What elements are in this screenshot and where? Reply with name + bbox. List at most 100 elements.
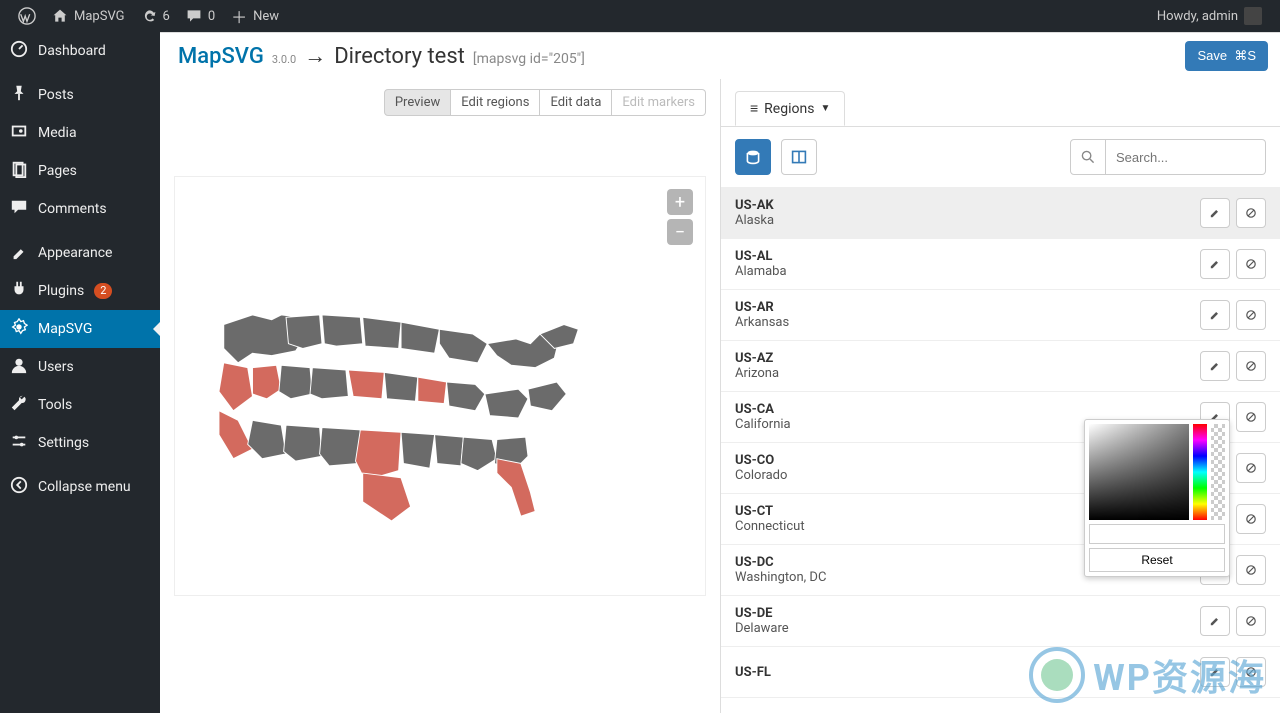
page-title: Directory test [334, 44, 465, 69]
disable-button[interactable] [1236, 300, 1266, 330]
region-code: US-AK [735, 198, 774, 213]
site-name[interactable]: MapSVG [44, 0, 133, 32]
edit-button[interactable] [1200, 606, 1230, 636]
color-picker[interactable]: Reset [1084, 419, 1230, 577]
tab-preview[interactable]: Preview [384, 89, 451, 116]
sidebar-item-plugins[interactable]: Plugins2 [0, 272, 160, 310]
region-row[interactable]: US-DEDelaware [721, 596, 1280, 647]
shortcode: [mapsvg id="205"] [473, 51, 585, 67]
saturation-area[interactable] [1089, 424, 1189, 520]
region-code: US-DC [735, 555, 826, 570]
region-row[interactable]: US-AZArizona [721, 341, 1280, 392]
brush-icon [10, 242, 28, 264]
sidebar-item-pages[interactable]: Pages [0, 152, 160, 190]
region-code: US-DE [735, 606, 789, 621]
region-code: US-CO [735, 453, 787, 468]
edit-button[interactable] [1200, 249, 1230, 279]
wrench-icon [10, 394, 28, 416]
alpha-slider[interactable] [1211, 424, 1225, 520]
zoom-in-button[interactable]: + [667, 189, 693, 215]
tab-edit-markers: Edit markers [612, 89, 706, 116]
watermark: WP资源海 [1029, 647, 1266, 703]
region-name: Delaware [735, 621, 789, 636]
tab-edit-data[interactable]: Edit data [540, 89, 612, 116]
region-code: US-AR [735, 300, 789, 315]
region-code: US-AL [735, 249, 787, 264]
account[interactable]: Howdy, admin [1149, 0, 1270, 32]
collapse-icon [10, 476, 28, 498]
comments-count[interactable]: 0 [178, 0, 223, 32]
region-row[interactable]: US-AKAlaska [721, 188, 1280, 239]
structure-view-button[interactable] [781, 139, 817, 175]
version: 3.0.0 [272, 53, 296, 66]
region-name: Washington, DC [735, 570, 826, 585]
region-code: US-FL [735, 665, 771, 680]
search-icon [1070, 139, 1106, 175]
search-input[interactable] [1106, 139, 1266, 175]
reset-color-button[interactable]: Reset [1089, 548, 1225, 572]
region-name: Alaska [735, 213, 774, 228]
region-name: Colorado [735, 468, 787, 483]
zoom-out-button[interactable]: − [667, 219, 693, 245]
new-content[interactable]: ＋New [223, 0, 287, 32]
sliders-icon [10, 432, 28, 454]
region-name: Alamaba [735, 264, 787, 279]
disable-button[interactable] [1236, 402, 1266, 432]
edit-button[interactable] [1200, 198, 1230, 228]
tab-edit-regions[interactable]: Edit regions [451, 89, 540, 116]
region-name: Connecticut [735, 519, 805, 534]
region-row[interactable]: US-ALAlamaba [721, 239, 1280, 290]
admin-sidebar: Dashboard PostsMediaPagesComments Appearan… [0, 32, 160, 713]
disable-button[interactable] [1236, 198, 1266, 228]
edit-button[interactable] [1200, 300, 1230, 330]
region-code: US-CT [735, 504, 805, 519]
avatar [1244, 7, 1262, 25]
caret-down-icon: ▼ [820, 103, 830, 114]
wp-logo[interactable] [10, 0, 44, 32]
disable-button[interactable] [1236, 249, 1266, 279]
save-button[interactable]: Save ⌘S [1185, 41, 1268, 71]
database-view-button[interactable] [735, 139, 771, 175]
updates[interactable]: 6 [133, 0, 178, 32]
map-preview[interactable]: + − [174, 176, 706, 596]
hex-input[interactable] [1089, 524, 1225, 544]
disable-button[interactable] [1236, 606, 1266, 636]
dash-icon [10, 40, 28, 62]
regions-panel: ≡ Regions ▼ US-AKAlaska US-ALAlamaba [720, 79, 1280, 713]
crumb-root[interactable]: MapSVG [178, 44, 264, 69]
regions-tab[interactable]: ≡ Regions ▼ [735, 91, 845, 126]
badge: 2 [94, 283, 112, 299]
hamburger-icon: ≡ [750, 100, 758, 117]
gear-icon [10, 318, 28, 340]
region-name: California [735, 417, 791, 432]
pin-icon [10, 84, 28, 106]
edit-button[interactable] [1200, 351, 1230, 381]
hue-slider[interactable] [1193, 424, 1207, 520]
disable-button[interactable] [1236, 555, 1266, 585]
breadcrumb: MapSVG 3.0.0 → Directory test [mapsvg id… [160, 33, 1280, 77]
sidebar-item-appearance[interactable]: Appearance [0, 234, 160, 272]
sidebar-item-posts[interactable]: Posts [0, 76, 160, 114]
sidebar-item-comments[interactable]: Comments [0, 190, 160, 228]
region-name: Arkansas [735, 315, 789, 330]
sidebar-item-dashboard[interactable]: Dashboard [0, 32, 160, 70]
sidebar-item-settings[interactable]: Settings [0, 424, 160, 462]
region-row[interactable]: US-ARArkansas [721, 290, 1280, 341]
sidebar-item-users[interactable]: Users [0, 348, 160, 386]
watermark-logo [1029, 647, 1085, 703]
comment-icon [10, 198, 28, 220]
media-icon [10, 122, 28, 144]
region-name: Arizona [735, 366, 779, 381]
user-icon [10, 356, 28, 378]
disable-button[interactable] [1236, 453, 1266, 483]
disable-button[interactable] [1236, 504, 1266, 534]
sidebar-item-collapse-menu[interactable]: Collapse menu [0, 468, 160, 506]
region-code: US-AZ [735, 351, 779, 366]
sidebar-item-tools[interactable]: Tools [0, 386, 160, 424]
disable-button[interactable] [1236, 351, 1266, 381]
plug-icon [10, 280, 28, 302]
sidebar-item-media[interactable]: Media [0, 114, 160, 152]
page-icon [10, 160, 28, 182]
region-code: US-CA [735, 402, 791, 417]
sidebar-item-mapsvg[interactable]: MapSVG [0, 310, 160, 348]
